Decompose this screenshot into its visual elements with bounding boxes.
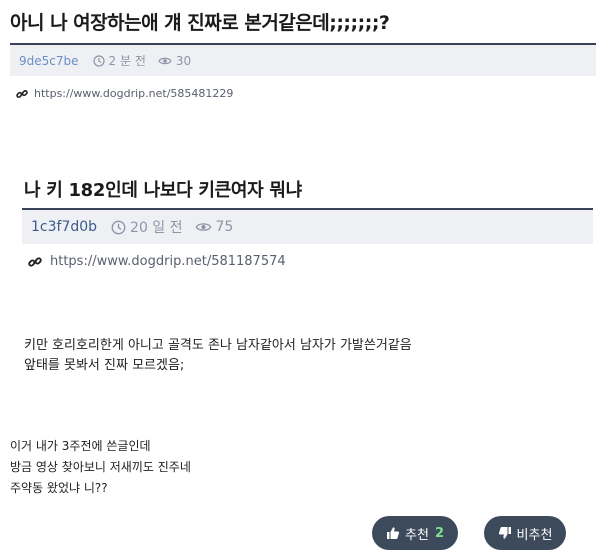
thumbs-up-icon bbox=[387, 527, 400, 539]
eye-icon bbox=[158, 57, 172, 64]
post-time-text: 2 분 전 bbox=[108, 54, 146, 68]
post-body: 이거 내가 3주전에 쓴글인데 방금 영상 찾아보니 저새끼도 진주네 주약동 … bbox=[10, 436, 191, 499]
post-title[interactable]: 나 키 182인데 나보다 키큰여자 뭐냐 bbox=[24, 176, 302, 202]
post-views: 30 bbox=[158, 54, 191, 68]
post-link-url[interactable]: https://www.dogdrip.net/585481229 bbox=[34, 87, 233, 100]
author-id[interactable]: 9de5c7be bbox=[19, 54, 79, 68]
body-line: 앞태를 못봐서 진짜 모르겠음; bbox=[24, 358, 185, 373]
downvote-button[interactable]: 비추천 bbox=[484, 516, 566, 550]
post-link[interactable]: https://www.dogdrip.net/581187574 bbox=[28, 254, 286, 269]
post-time: 2 분 전 bbox=[92, 52, 146, 69]
post-views: 75 bbox=[195, 219, 234, 235]
downvote-label: 비추천 bbox=[516, 527, 553, 543]
post-meta-bar: 9de5c7be 2 분 전 30 bbox=[10, 45, 596, 76]
link-icon bbox=[28, 256, 42, 267]
eye-icon bbox=[195, 223, 211, 231]
post-time: 20 일 전 bbox=[111, 217, 183, 237]
link-icon bbox=[16, 89, 28, 98]
post-views-count: 30 bbox=[175, 53, 192, 68]
post-title[interactable]: 아니 나 여장하는애 걔 진짜로 본거같은데;;;;;;;? bbox=[10, 8, 390, 35]
clock-icon bbox=[111, 220, 126, 234]
author-id[interactable]: 1c3f7d0b bbox=[31, 219, 97, 235]
post-link[interactable]: https://www.dogdrip.net/585481229 bbox=[16, 87, 233, 100]
body-line: 주약동 왔었냐 니?? bbox=[10, 481, 108, 495]
clock-icon bbox=[92, 54, 105, 67]
quoted-post-body: 키만 호리호리한게 아니고 골격도 존나 남자같아서 남자가 가발쓴거같음 앞태… bbox=[24, 336, 412, 376]
body-line: 방금 영상 찾아보니 저새끼도 진주네 bbox=[10, 460, 191, 474]
post-meta-bar: 1c3f7d0b 20 일 전 75 bbox=[22, 210, 593, 244]
upvote-button[interactable]: 추천 2 bbox=[372, 516, 458, 550]
thumbs-down-icon bbox=[498, 527, 511, 539]
post-views-count: 75 bbox=[215, 219, 234, 235]
upvote-label: 추천 bbox=[405, 527, 429, 543]
body-line: 키만 호리호리한게 아니고 골격도 존나 남자같아서 남자가 가발쓴거같음 bbox=[24, 338, 412, 353]
body-line: 이거 내가 3주전에 쓴글인데 bbox=[10, 439, 151, 453]
upvote-count: 2 bbox=[434, 525, 444, 541]
post-link-url[interactable]: https://www.dogdrip.net/581187574 bbox=[50, 254, 286, 269]
post-time-text: 20 일 전 bbox=[130, 220, 183, 236]
